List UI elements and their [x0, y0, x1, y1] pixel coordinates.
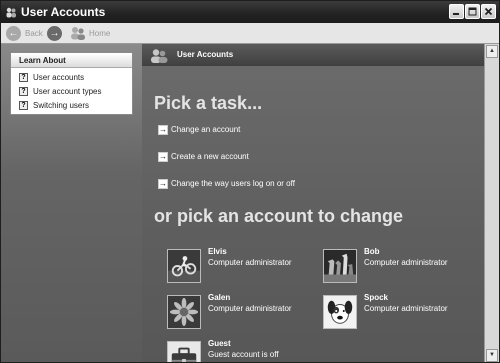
learn-link-label: User accounts — [33, 73, 85, 82]
account-tile-guest[interactable]: Guest Guest account is off — [167, 339, 279, 362]
task-label: Change the way users log on or off — [171, 179, 295, 188]
content-header: User Accounts — [142, 44, 499, 66]
account-name: Bob — [364, 247, 380, 256]
task-change-logon[interactable]: → Change the way users log on or off — [158, 178, 295, 189]
user-accounts-header-icon — [151, 49, 168, 63]
close-icon — [484, 7, 493, 16]
pick-task-heading: Pick a task... — [154, 93, 263, 113]
minimize-button[interactable] — [449, 4, 464, 19]
maximize-button[interactable] — [465, 4, 480, 19]
account-name: Elvis — [208, 247, 227, 256]
help-topic-icon: ? — [19, 73, 28, 82]
chess-pieces-picture-icon — [323, 249, 357, 283]
vertical-scrollbar[interactable]: ▲ ▼ — [484, 44, 499, 362]
dog-picture-icon — [323, 295, 357, 329]
account-tile-elvis[interactable]: Elvis Computer administrator — [167, 247, 292, 283]
title-bar: User Accounts — [1, 1, 499, 23]
home-users-icon — [71, 27, 85, 40]
scroll-down-icon[interactable]: ▼ — [486, 349, 498, 362]
scroll-up-icon[interactable]: ▲ — [486, 45, 498, 58]
task-arrow-icon: → — [158, 178, 168, 189]
user-accounts-app-icon — [6, 7, 16, 18]
task-change-account[interactable]: → Change an account — [158, 124, 240, 135]
account-role: Computer administrator — [364, 258, 448, 267]
account-role: Computer administrator — [364, 304, 448, 313]
window-title: User Accounts — [21, 5, 106, 19]
account-tile-spock[interactable]: Spock Computer administrator — [323, 293, 448, 329]
flower-picture-icon — [167, 295, 201, 329]
home-label: Home — [89, 28, 111, 38]
user-accounts-window: User Accounts ← Back → Home Learn About … — [0, 0, 500, 363]
account-tile-galen[interactable]: Galen Computer administrator — [167, 293, 292, 329]
account-role: Computer administrator — [208, 258, 292, 267]
account-name: Galen — [208, 293, 231, 302]
account-role: Guest account is off — [208, 350, 279, 359]
minimize-icon — [453, 13, 459, 15]
help-topic-icon: ? — [19, 101, 28, 110]
task-arrow-icon: → — [158, 151, 168, 162]
learn-link-label: User account types — [33, 87, 102, 96]
learn-about-panel: Learn About ? User accounts ? User accou… — [10, 52, 133, 115]
account-tile-bob[interactable]: Bob Computer administrator — [323, 247, 448, 283]
home-button[interactable]: Home — [70, 25, 110, 41]
forward-arrow-icon: → — [47, 25, 62, 41]
learn-link-switching-users[interactable]: ? Switching users — [19, 100, 89, 111]
motorbike-picture-icon — [167, 249, 201, 283]
learn-link-label: Switching users — [33, 101, 90, 110]
task-label: Change an account — [171, 125, 241, 134]
back-arrow-icon: ← — [6, 25, 21, 41]
close-button[interactable] — [481, 4, 496, 19]
pick-account-heading: or pick an account to change — [154, 206, 404, 226]
back-label: Back — [25, 28, 43, 38]
account-name: Spock — [364, 293, 389, 302]
help-topic-icon: ? — [19, 87, 28, 96]
task-create-account[interactable]: → Create a new account — [158, 151, 249, 162]
forward-button[interactable]: → — [47, 25, 66, 41]
learn-link-user-accounts[interactable]: ? User accounts — [19, 72, 84, 83]
back-button[interactable]: ← Back — [6, 25, 43, 41]
task-arrow-icon: → — [158, 124, 168, 135]
account-name: Guest — [208, 339, 231, 348]
task-label: Create a new account — [171, 152, 249, 161]
main-content-pane: User Accounts ▲ ▼ Pick a task... → Chang… — [142, 44, 499, 362]
content-header-title: User Accounts — [177, 50, 234, 59]
maximize-icon — [468, 7, 477, 16]
account-role: Computer administrator — [208, 304, 292, 313]
briefcase-picture-icon — [167, 341, 201, 362]
left-task-pane: Learn About ? User accounts ? User accou… — [1, 44, 142, 362]
navigation-toolbar: ← Back → Home — [1, 23, 499, 44]
learn-about-heading: Learn About — [11, 53, 132, 68]
learn-link-user-account-types[interactable]: ? User account types — [19, 86, 101, 97]
